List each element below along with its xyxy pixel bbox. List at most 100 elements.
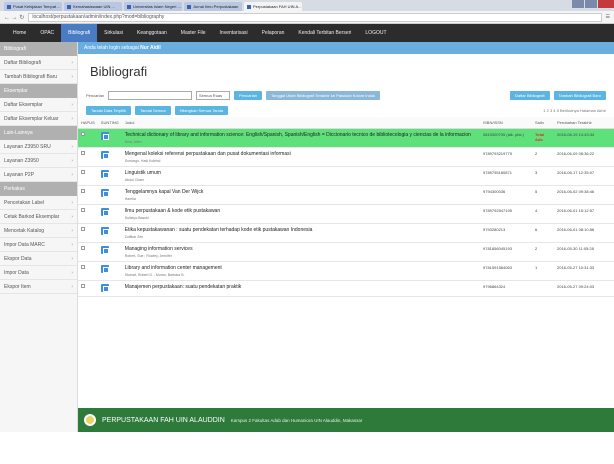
isbn-cell: 9781591584063 <box>480 261 532 281</box>
browser-tab-active[interactable]: Perpustakaan FAH UIN A... <box>244 2 302 11</box>
pagination[interactable]: 1 2 3 4 5 Berikutnya Halaman Akhir <box>543 108 606 113</box>
book-title[interactable]: Managing information services <box>125 246 477 252</box>
close-icon[interactable] <box>598 0 614 8</box>
sidebar-item[interactable]: Impor Data › <box>0 266 77 280</box>
delete-checkbox[interactable] <box>81 283 85 288</box>
book-title[interactable]: Manajemen perpustakaan: suatu pendekatan… <box>125 284 477 290</box>
delete-cell <box>78 147 98 167</box>
list-bibliography-button[interactable]: Daftar Bibliografi <box>509 90 550 100</box>
search-button[interactable]: Pencarian <box>234 90 263 100</box>
nav-home[interactable]: Home <box>6 24 33 42</box>
edit-icon[interactable] <box>100 150 109 159</box>
browser-tab[interactable]: Universitas Islam Negeri ... <box>124 2 182 11</box>
col-delete[interactable]: HAPUS <box>78 117 98 129</box>
maximize-icon[interactable] <box>585 0 597 8</box>
add-bibliography-button[interactable]: Tambah Bibliografi Baru <box>553 90 606 100</box>
minimize-icon[interactable] <box>572 0 584 8</box>
copies-cell: 2 <box>532 242 554 262</box>
nav-keanggotaan[interactable]: Keanggotaan <box>130 24 174 42</box>
table-row[interactable]: Technical dictionary of library and info… <box>78 128 614 148</box>
edit-icon[interactable] <box>100 226 109 235</box>
col-edit[interactable]: SUNTING <box>97 117 122 129</box>
table-row[interactable]: Etika kepustakawanan : suatu pendekatan … <box>78 223 614 243</box>
table-row[interactable]: Ilmu perpustakaan & kode etik pustakawan… <box>78 204 614 224</box>
search-input[interactable] <box>108 90 193 100</box>
edit-icon[interactable] <box>100 188 109 197</box>
edit-icon[interactable] <box>100 245 109 254</box>
table-row[interactable]: Linguistik umum Abdul Chaer 9789795180871 3… <box>78 166 614 186</box>
table-row[interactable]: Tenggelamnya kapal Van Der Wijck Hamka 979… <box>78 185 614 205</box>
browser-menu-icon[interactable]: ☰ <box>606 14 610 20</box>
edit-icon[interactable] <box>100 264 109 273</box>
browser-tab[interactable]: Pusat Kebijakan Tempat ... <box>4 2 62 11</box>
delete-checkbox[interactable] <box>81 226 85 231</box>
col-last-update[interactable]: Perubahan Terakhir <box>554 117 614 129</box>
edit-cell <box>97 128 122 148</box>
book-title[interactable]: Library and information center managemen… <box>125 265 477 271</box>
mark-selected-button[interactable]: Tandai Data Terpilih <box>86 105 132 115</box>
delete-checkbox[interactable] <box>81 169 85 174</box>
edit-cell <box>97 166 122 186</box>
search-field-select[interactable]: Semua Ruas <box>196 90 231 100</box>
sidebar-item[interactable]: Pencetakan Label › <box>0 196 77 210</box>
sidebar-item[interactable]: Ekspor Data › <box>0 252 77 266</box>
col-isbn[interactable]: ISBN/ISSN <box>480 117 532 129</box>
sidebar-item[interactable]: Daftar Eksemplar Keluar › <box>0 112 77 126</box>
delete-checkbox[interactable] <box>81 245 85 250</box>
edit-icon[interactable] <box>100 207 109 216</box>
edit-icon[interactable] <box>100 169 109 178</box>
sidebar-item[interactable]: Tambah Bibliografi Baru › <box>0 70 77 84</box>
nav-logout[interactable]: LOGOUT <box>358 24 393 42</box>
delete-checkbox[interactable] <box>81 207 85 212</box>
url-field[interactable]: localhost/perpustakaan/admin/index.php?m… <box>28 12 602 22</box>
table-row[interactable]: Managing information services Robert, Sue… <box>78 242 614 262</box>
sidebar-item[interactable]: Layanan Z3950 › <box>0 154 77 168</box>
unmark-all-button[interactable]: Hilangkan Semua Tanda <box>174 105 229 115</box>
delete-checkbox[interactable] <box>81 131 85 136</box>
uin-logo-icon <box>84 414 96 426</box>
isbn-cell: 9789792547195 <box>480 204 532 224</box>
nav-kendali-terbitan[interactable]: Kendali Terbitan Berseri <box>291 24 358 42</box>
chevron-right-icon: › <box>71 270 73 276</box>
delete-checkbox[interactable] <box>81 264 85 269</box>
sidebar-item[interactable]: Impor Data MARC › <box>0 238 77 252</box>
col-title[interactable]: Judul <box>121 117 480 129</box>
col-copies[interactable]: Salin <box>532 117 554 129</box>
nav-pelaporan[interactable]: Pelaporan <box>255 24 292 42</box>
mark-all-button[interactable]: Tandai Semua <box>135 105 171 115</box>
sidebar-item[interactable]: Daftar Eksemplar › <box>0 98 77 112</box>
nav-master-file[interactable]: Master File <box>174 24 213 42</box>
nav-inventarisasi[interactable]: Inventarisasi <box>213 24 255 42</box>
table-row[interactable]: Manajemen perpustakaan: suatu pendekatan… <box>78 280 614 297</box>
book-author: Kent, Allen <box>124 139 142 144</box>
chevron-right-icon: › <box>71 172 73 178</box>
nav-sirkulasi[interactable]: Sirkulasi <box>97 24 130 42</box>
sidebar-item[interactable]: Ekspor Item › <box>0 280 77 294</box>
nav-bibliografi[interactable]: Bibliografi <box>61 24 98 42</box>
sidebar-item[interactable]: Daftar Bibliografi › <box>0 56 77 70</box>
book-title[interactable]: Ilmu perpustakaan & kode etik pustakawan <box>125 208 477 214</box>
delete-checkbox[interactable] <box>81 188 85 193</box>
browser-tab[interactable]: Kemahasiswaan UIN ... <box>64 2 122 11</box>
isbn-cell: 9789795180871 <box>480 166 532 186</box>
table-row[interactable]: Mengenal koleksi referensi perpustakaan … <box>78 147 614 167</box>
nav-opac[interactable]: OPAC <box>33 24 61 42</box>
book-title[interactable]: Tenggelamnya kapal Van Der Wijck <box>125 189 477 195</box>
edit-icon[interactable] <box>100 283 109 292</box>
sidebar-item[interactable]: Layanan Z3950 SRU › <box>0 140 77 154</box>
sidebar-item[interactable]: Mencetak Katalog › <box>0 224 77 238</box>
book-title[interactable]: Linguistik umum <box>125 170 477 176</box>
footer: PERPUSTAKAAN FAH UIN ALAUDDIN Kampus 2 F… <box>78 408 614 432</box>
edit-icon[interactable] <box>100 131 109 140</box>
book-title[interactable]: Technical dictionary of library and info… <box>125 132 477 138</box>
search-pattern-button[interactable]: Tanggal Ubah Bibliografi Terakhir ke Pas… <box>266 90 381 100</box>
browser-tab[interactable]: Jurnal Ilmu Perpustakaan <box>184 2 242 11</box>
sidebar-item[interactable]: Cetak Barkod Eksemplar › <box>0 210 77 224</box>
nav-arrows-icon[interactable]: ← → ↻ <box>4 14 24 21</box>
table-header: HAPUS SUNTING Judul ISBN/ISSN Salin Peru… <box>78 117 614 129</box>
sidebar-item[interactable]: Layanan P2P › <box>0 168 77 182</box>
table-row[interactable]: Library and information center managemen… <box>78 261 614 281</box>
delete-checkbox[interactable] <box>81 150 85 155</box>
book-title[interactable]: Mengenal koleksi referensi perpustakaan … <box>125 151 477 157</box>
book-title[interactable]: Etika kepustakawanan : suatu pendekatan … <box>125 227 477 233</box>
